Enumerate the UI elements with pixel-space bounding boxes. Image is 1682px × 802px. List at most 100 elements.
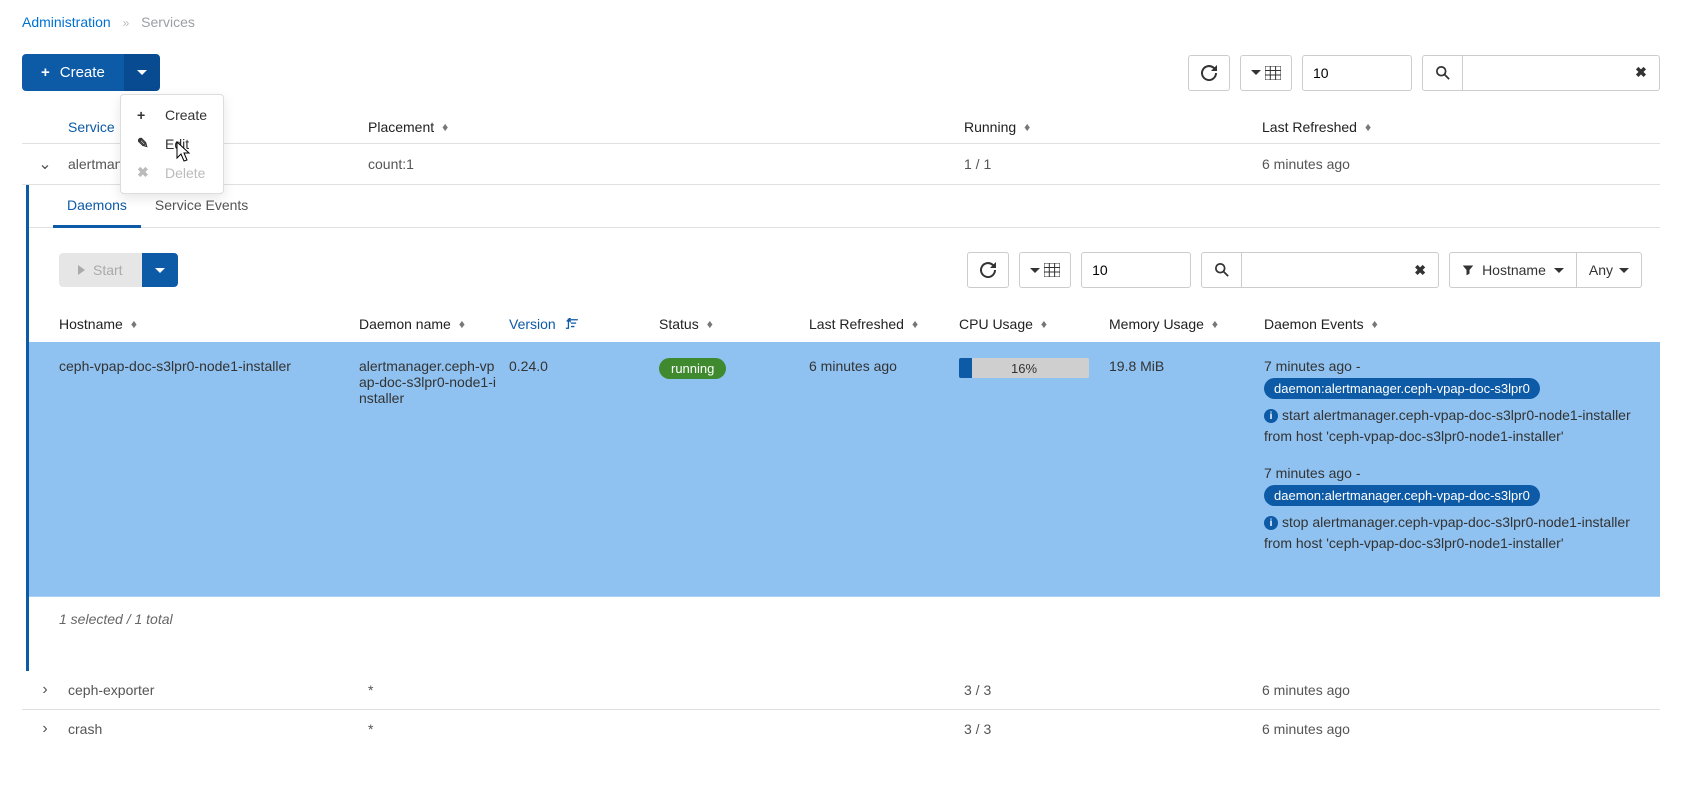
chevron-down-icon xyxy=(1251,70,1261,75)
service-row-ceph-exporter[interactable]: › ceph-exporter * 3 / 3 6 minutes ago xyxy=(22,671,1660,710)
cpu-pct: 16% xyxy=(959,358,1089,378)
sort-icon: ♦ xyxy=(1212,317,1218,331)
columns-toggle[interactable] xyxy=(1019,252,1071,288)
col-header-cpu[interactable]: CPU Usage♦ xyxy=(959,316,1109,332)
service-running: 3 / 3 xyxy=(964,682,1262,698)
sort-icon: ♦ xyxy=(1041,317,1047,331)
event-desc: istart alertmanager.ceph-vpap-doc-s3lpr0… xyxy=(1264,405,1642,447)
filter-hostname-button[interactable]: Hostname xyxy=(1449,252,1577,288)
expand-toggle[interactable]: ⌄ xyxy=(22,154,68,174)
col-header-status[interactable]: Status♦ xyxy=(659,316,809,332)
chevron-down-icon xyxy=(1619,268,1629,273)
daemon-hostname: ceph-vpap-doc-s3lpr0-node1-installer xyxy=(59,358,359,374)
search-icon xyxy=(1202,253,1242,287)
daemon-version: 0.24.0 xyxy=(509,358,659,374)
info-icon: i xyxy=(1264,516,1278,530)
service-name: ceph-exporter xyxy=(68,682,368,698)
service-refreshed: 6 minutes ago xyxy=(1262,682,1660,698)
daemon-row[interactable]: ceph-vpap-doc-s3lpr0-node1-installer ale… xyxy=(29,342,1660,597)
col-header-version[interactable]: Version xyxy=(509,316,659,332)
cpu-bar: 16% xyxy=(959,358,1089,378)
event-time: 7 minutes ago - xyxy=(1264,358,1642,374)
col-header-memory[interactable]: Memory Usage♦ xyxy=(1109,316,1264,332)
daemon-last-refreshed: 6 minutes ago xyxy=(809,358,959,374)
expand-toggle[interactable]: › xyxy=(22,681,68,699)
breadcrumb: Administration » Services xyxy=(0,0,1682,44)
create-button[interactable]: + Create xyxy=(22,54,124,91)
menu-item-create[interactable]: + Create xyxy=(121,101,223,129)
col-header-events[interactable]: Daemon Events♦ xyxy=(1264,316,1642,332)
refresh-icon xyxy=(1201,65,1217,81)
service-name: crash xyxy=(68,721,368,737)
event-chip: daemon:alertmanager.ceph-vpap-doc-s3lpr0 xyxy=(1264,485,1540,506)
sort-icon: ♦ xyxy=(442,120,448,134)
tab-bar: Daemons Service Events xyxy=(29,185,1660,228)
chevron-right-icon: › xyxy=(42,681,47,699)
sort-icon: ♦ xyxy=(1024,120,1030,134)
sort-icon: ♦ xyxy=(459,317,465,331)
menu-item-edit[interactable]: ✎ Edit xyxy=(121,129,223,158)
grid-icon xyxy=(1265,66,1281,80)
start-dropdown-toggle[interactable] xyxy=(142,253,178,287)
sort-icon: ♦ xyxy=(131,317,137,331)
event-time: 7 minutes ago - xyxy=(1264,465,1642,481)
col-header-hostname[interactable]: Hostname♦ xyxy=(59,316,359,332)
col-header-running[interactable]: Running♦ xyxy=(964,119,1262,135)
event-desc: istop alertmanager.ceph-vpap-doc-s3lpr0-… xyxy=(1264,512,1642,554)
breadcrumb-root[interactable]: Administration xyxy=(22,14,111,30)
expand-toggle[interactable]: › xyxy=(22,720,68,738)
event-block: 7 minutes ago - daemon:alertmanager.ceph… xyxy=(1264,358,1642,447)
pencil-icon: ✎ xyxy=(137,135,155,152)
col-header-placement[interactable]: Placement♦ xyxy=(368,119,964,135)
chevron-down-icon: ⌄ xyxy=(38,154,51,174)
chevron-down-icon xyxy=(155,268,165,273)
daemon-events: 7 minutes ago - daemon:alertmanager.ceph… xyxy=(1264,358,1642,572)
services-toolbar: ✖ xyxy=(1188,55,1660,91)
sort-asc-icon xyxy=(564,318,578,330)
columns-toggle[interactable] xyxy=(1240,55,1292,91)
clear-search-button[interactable]: ✖ xyxy=(1623,56,1659,90)
col-header-last-refreshed[interactable]: Last Refreshed♦ xyxy=(1262,119,1660,135)
search-input[interactable] xyxy=(1242,253,1402,287)
status-badge: running xyxy=(659,358,726,379)
event-chip: daemon:alertmanager.ceph-vpap-doc-s3lpr0 xyxy=(1264,378,1540,399)
refresh-button[interactable] xyxy=(967,252,1009,288)
play-icon xyxy=(78,265,85,275)
chevron-down-icon xyxy=(137,70,147,75)
filter-any-button[interactable]: Any xyxy=(1577,252,1642,288)
page-size-input[interactable] xyxy=(1081,252,1191,288)
expanded-panel: Daemons Service Events Start xyxy=(26,185,1660,671)
col-header-last-refreshed[interactable]: Last Refreshed♦ xyxy=(809,316,959,332)
service-row-alertmanager[interactable]: ⌄ alertmanager count:1 1 / 1 6 minutes a… xyxy=(22,144,1660,185)
service-placement: * xyxy=(368,682,964,698)
services-header-row: Service Placement♦ Running♦ Last Refresh… xyxy=(22,111,1660,144)
col-header-daemon-name[interactable]: Daemon name♦ xyxy=(359,316,509,332)
create-button-group: + Create xyxy=(22,54,160,91)
page-size-input[interactable] xyxy=(1302,55,1412,91)
search-icon xyxy=(1423,56,1463,90)
create-dropdown-menu: + Create ✎ Edit ✖ Delete xyxy=(120,94,224,194)
refresh-button[interactable] xyxy=(1188,55,1230,91)
service-refreshed: 6 minutes ago xyxy=(1262,156,1660,172)
sort-icon: ♦ xyxy=(1365,120,1371,134)
chevron-right-icon: › xyxy=(42,720,47,738)
chevron-down-icon xyxy=(1030,268,1040,273)
menu-item-label: Edit xyxy=(165,136,189,152)
chevron-down-icon xyxy=(1554,268,1564,273)
plus-icon: + xyxy=(41,64,50,81)
filter-icon xyxy=(1462,264,1474,276)
create-dropdown-toggle[interactable] xyxy=(124,54,160,91)
search-group: ✖ xyxy=(1422,55,1660,91)
service-row-crash[interactable]: › crash * 3 / 3 6 minutes ago xyxy=(22,710,1660,748)
search-input[interactable] xyxy=(1463,56,1623,90)
service-placement: count:1 xyxy=(368,156,964,172)
clear-search-button[interactable]: ✖ xyxy=(1402,253,1438,287)
breadcrumb-sep-icon: » xyxy=(123,16,130,30)
start-button: Start xyxy=(59,253,142,287)
grid-icon xyxy=(1044,263,1060,277)
service-running: 1 / 1 xyxy=(964,156,1262,172)
daemon-header-row: Hostname♦ Daemon name♦ Version Status♦ L… xyxy=(29,306,1660,342)
daemon-cpu: 16% xyxy=(959,358,1109,378)
daemon-toolbar: Start xyxy=(29,228,1660,306)
event-block: 7 minutes ago - daemon:alertmanager.ceph… xyxy=(1264,465,1642,554)
